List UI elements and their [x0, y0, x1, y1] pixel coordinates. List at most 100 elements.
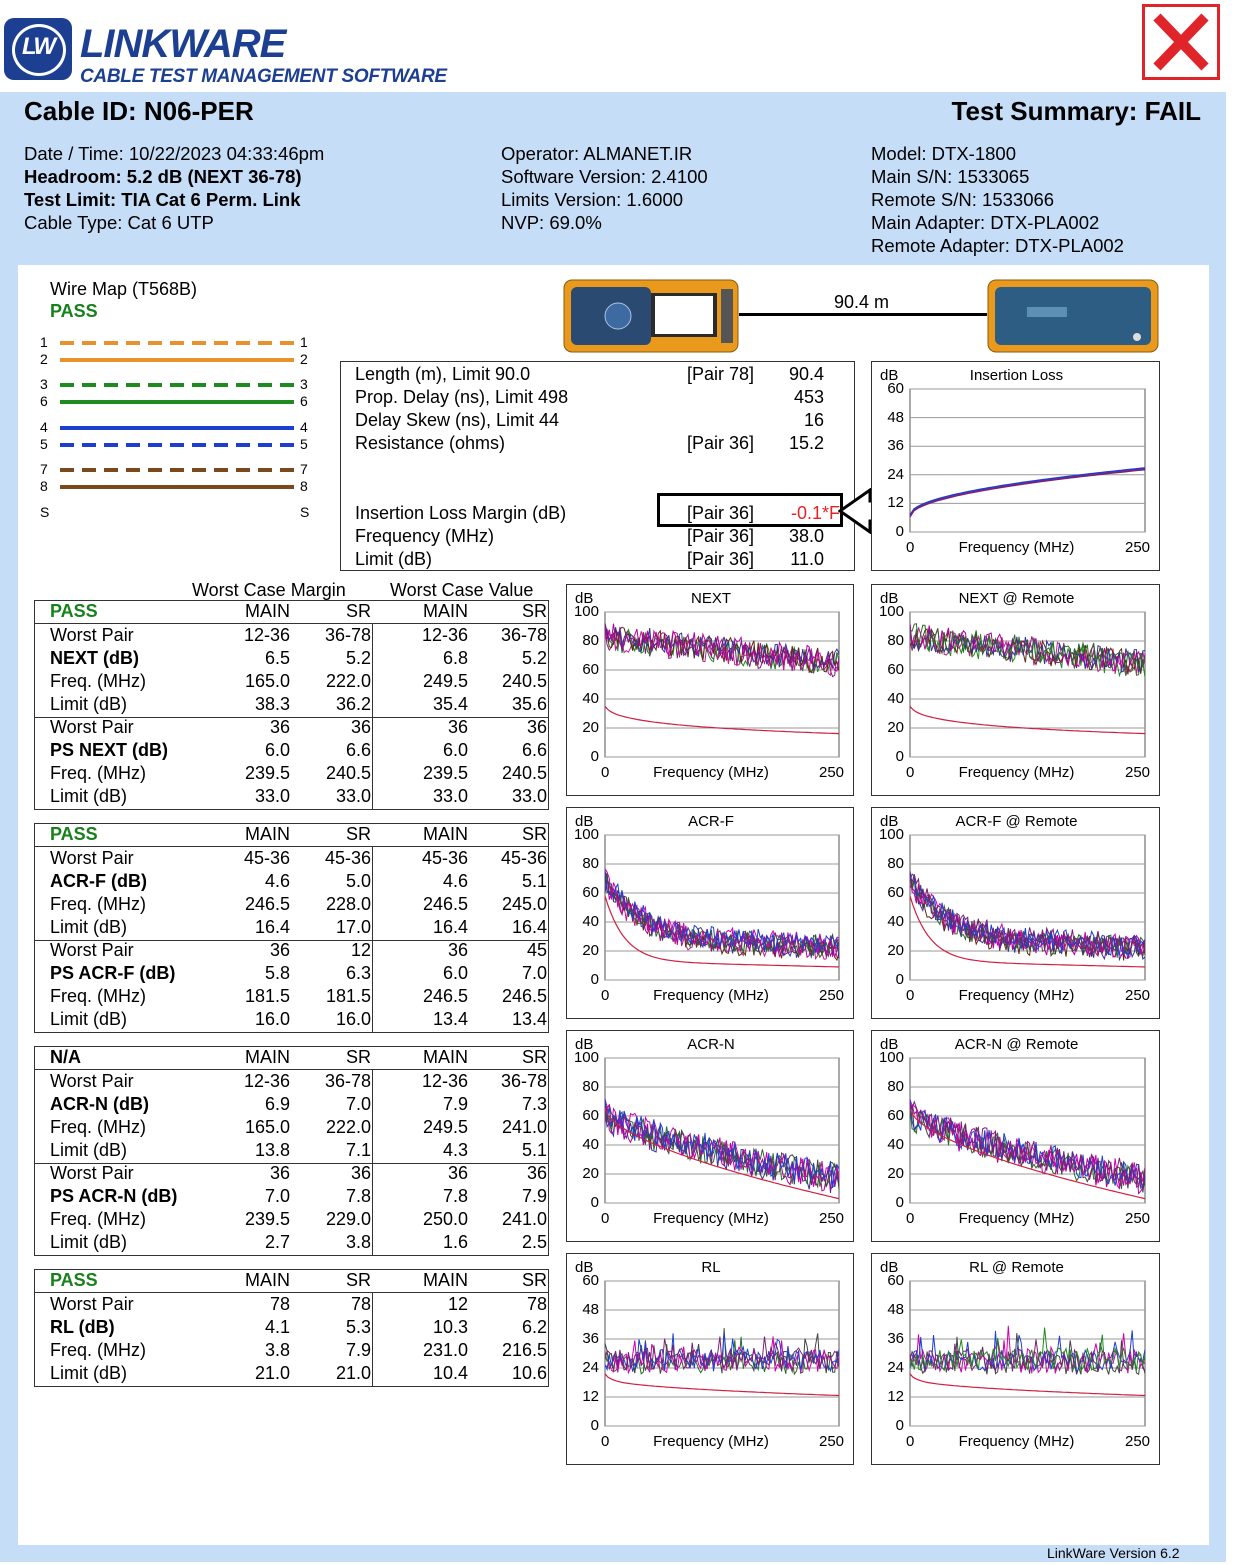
table-cell: 7.3: [521, 1094, 547, 1114]
y-tick-label: 20: [582, 942, 599, 959]
table-cell: 222.0: [325, 1117, 371, 1137]
table-row: Worst Pair 45-36 45-36 45-36 45-36: [35, 848, 548, 871]
y-tick-label: 100: [573, 603, 599, 620]
table-cell: 240.5: [501, 671, 547, 691]
table-row: Limit (dB) 13.8 7.1 4.3 5.1: [35, 1140, 548, 1163]
measurement-label: Delay Skew (ns), Limit 44: [355, 410, 560, 430]
table-col-header: SR: [521, 1270, 547, 1290]
linkware-logo: LW: [4, 18, 72, 80]
y-tick-label: 36: [887, 1330, 904, 1347]
table-row: PS NEXT (dB) 6.0 6.6 6.0 6.6: [35, 740, 548, 763]
table-row-label: Limit (dB): [50, 1232, 128, 1252]
table-cell: 17.0: [335, 917, 371, 937]
table-row-label: Limit (dB): [50, 694, 128, 714]
table-cell: 10.4: [432, 1363, 468, 1383]
wire-pin-right: 3: [300, 376, 308, 392]
table-cell: 222.0: [325, 671, 371, 691]
wiremap-title: Wire Map (T568B): [50, 279, 198, 299]
nvp: NVP: 69.0%: [501, 212, 602, 233]
table-cell: 36-78: [500, 1071, 547, 1091]
table-cell: 12-36: [243, 1071, 290, 1091]
link-line: [739, 313, 987, 316]
table-cell: 3.8: [345, 1232, 371, 1252]
table-row: Limit (dB) 33.0 33.0 33.0 33.0: [35, 786, 548, 809]
table-row-label: Worst Pair: [50, 1071, 134, 1091]
table-cell: 239.5: [244, 1209, 290, 1229]
measurement-row: Limit (dB) [Pair 36] 11.0: [341, 549, 854, 572]
table-col-header: MAIN: [423, 601, 468, 621]
headroom: Headroom: 5.2 dB (NEXT 36-78): [24, 166, 302, 187]
table-col-header: MAIN: [423, 1047, 468, 1067]
brand-tagline: CABLE TEST MANAGEMENT SOFTWARE: [80, 66, 447, 87]
measurement-label: Length (m), Limit 90.0: [355, 364, 531, 384]
wire-pin-right: 2: [300, 351, 308, 367]
results-table: N/A MAIN SR MAIN SR Worst Pair 12-36 36-78 12-36…: [34, 1046, 549, 1256]
table-row: Worst Pair 12-36 36-78 12-36 36-78: [35, 625, 548, 648]
table-cell: 4.3: [442, 1140, 468, 1160]
table-cell: 6.0: [264, 740, 290, 760]
cable-type: Cable Type: Cat 6 UTP: [24, 212, 214, 233]
footer-version: LinkWare Version 6.2: [1047, 1545, 1180, 1561]
table-cell: 33.0: [432, 786, 468, 806]
main-tester-icon: [563, 279, 739, 353]
y-tick-label: 40: [887, 913, 904, 930]
table-header-row: PASS MAIN SR MAIN SR: [35, 824, 548, 847]
table-row: Freq. (MHz) 165.0 222.0 249.5 240.5: [35, 671, 548, 694]
x-axis-label: Frequency (MHz): [653, 987, 769, 1004]
table-cell: 5.0: [345, 871, 371, 891]
cable-id: Cable ID: N06-PER: [24, 96, 254, 126]
wire-pair-line: [60, 468, 294, 472]
table-row: NEXT (dB) 6.5 5.2 6.8 5.2: [35, 648, 548, 671]
table-status: PASS: [50, 1270, 98, 1290]
x-axis-label: Frequency (MHz): [958, 539, 1075, 556]
wiremap-status: PASS: [50, 301, 98, 321]
table-row-label: Freq. (MHz): [50, 1117, 146, 1137]
y-tick-label: 20: [887, 942, 904, 959]
table-cell: 3.8: [264, 1340, 290, 1360]
table-cell: 16.4: [254, 917, 290, 937]
wire-pin-left: 4: [40, 419, 48, 435]
wire-pin-right: S: [300, 504, 310, 520]
y-tick-label: 40: [582, 1136, 599, 1153]
y-tick-label: 0: [590, 1417, 599, 1434]
y-tick-label: 60: [887, 1107, 904, 1124]
y-tick-label: 0: [895, 748, 904, 765]
table-row-label: Freq. (MHz): [50, 1209, 146, 1229]
table-cell: 165.0: [244, 671, 290, 691]
table-cell: 36: [350, 1163, 371, 1183]
y-tick-label: 48: [887, 408, 904, 426]
table-cell: 6.5: [264, 648, 290, 668]
table-row: Freq. (MHz) 239.5 229.0 250.0 241.0: [35, 1209, 548, 1232]
y-tick-label: 40: [887, 1136, 904, 1153]
table-cell: 78: [350, 1294, 371, 1314]
table-cell: 7.9: [521, 1186, 547, 1206]
table-row: Freq. (MHz) 165.0 222.0 249.5 241.0: [35, 1117, 548, 1140]
table-cell: 6.2: [521, 1317, 547, 1337]
y-tick-label: 48: [887, 1301, 904, 1318]
table-cell: 38.3: [254, 694, 290, 714]
table-header-row: N/A MAIN SR MAIN SR: [35, 1047, 548, 1070]
table-cell: 12-36: [243, 625, 290, 645]
table-cell: 36: [447, 940, 468, 960]
table-cell: 181.5: [244, 986, 290, 1006]
x-axis-label: Frequency (MHz): [958, 764, 1075, 781]
measurement-value: 11.0: [790, 549, 824, 569]
table-cell: 241.0: [501, 1209, 547, 1229]
wire-pin-right: 6: [300, 393, 308, 409]
meta-mid: Operator: ALMANET.IR Software Version: 2…: [501, 142, 708, 234]
table-cell: 249.5: [422, 671, 468, 691]
table-cell: 5.3: [345, 1317, 371, 1337]
table-cell: 36.2: [335, 694, 371, 714]
table-cell: 35.4: [432, 694, 468, 714]
table-col-header: SR: [521, 1047, 547, 1067]
measurement-value: 38.0: [788, 526, 824, 546]
table-status: PASS: [50, 601, 98, 621]
wire-pin-right: 8: [300, 478, 308, 494]
table-cell: 5.8: [264, 963, 290, 983]
y-tick-label: 100: [878, 603, 904, 620]
table-cell: 16.4: [432, 917, 468, 937]
table-row-label: Worst Pair: [50, 848, 134, 868]
software-version: Software Version: 2.4100: [501, 166, 708, 187]
y-tick-label: 24: [887, 1359, 904, 1376]
wire-pin-left: 7: [40, 461, 48, 477]
